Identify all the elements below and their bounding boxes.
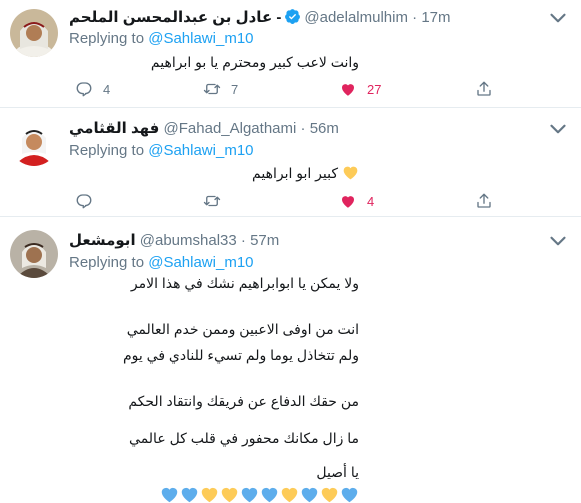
share-icon: [477, 81, 491, 96]
tweet-text-line: ما زال مكانك محفور في قلب كل عالمي: [129, 430, 359, 446]
share-button[interactable]: [475, 190, 503, 212]
retweet-count: 7: [231, 81, 239, 97]
tweet-text-line: ولا يمكن يا ابوابراهيم نشك في هذا الامر: [130, 275, 359, 291]
avatar-image: [10, 230, 58, 278]
chevron-down-icon[interactable]: [545, 116, 571, 142]
reply-button[interactable]: [75, 190, 103, 212]
user-handle[interactable]: @adelalmulhim: [304, 9, 408, 26]
tweet-text: كبير ابو ابراهيم: [252, 163, 359, 183]
verified-badge-icon: [285, 9, 301, 24]
tweet-header: عادل بن عبدالمحسن الملحم - @adelalmulhim …: [69, 9, 451, 26]
like-count: 27: [367, 81, 382, 97]
like-count: 4: [367, 193, 375, 209]
reply-button[interactable]: 4: [75, 78, 110, 100]
avatar-image: [10, 118, 58, 166]
avatar[interactable]: [10, 9, 58, 57]
tweet-actions: 4 7 27: [69, 78, 509, 100]
heart-filled-icon: [342, 84, 354, 96]
mention-link[interactable]: @Sahlawi_m10: [148, 254, 253, 271]
yellow-heart-icon: [343, 166, 358, 180]
chevron-down-icon[interactable]: [545, 228, 571, 254]
replying-to: Replying to @Sahlawi_m10: [69, 141, 254, 161]
tweet-text-line: من حقك الدفاع عن فريقك وانتقاد الحكم: [128, 393, 359, 409]
like-button[interactable]: 27: [339, 78, 381, 100]
reply-icon: [76, 82, 92, 97]
avatar[interactable]: [10, 118, 58, 166]
tweet-header: ابومشعل @abumshal33 · 57m: [69, 232, 280, 249]
mention-link[interactable]: @Sahlawi_m10: [148, 142, 253, 159]
replying-to: Replying to @Sahlawi_m10: [69, 253, 254, 273]
heart-filled-icon: [342, 196, 354, 208]
timestamp[interactable]: 17m: [421, 9, 450, 26]
display-name[interactable]: ابومشعل: [69, 232, 136, 249]
timestamp[interactable]: 57m: [250, 232, 279, 249]
chevron-down-icon[interactable]: [545, 5, 571, 31]
tweet-text-line: يا أصيل: [316, 464, 359, 480]
mention-link[interactable]: @Sahlawi_m10: [148, 30, 253, 47]
replying-to-label: Replying to: [69, 254, 145, 271]
display-name[interactable]: فهد القثامي: [69, 120, 159, 137]
tweet[interactable]: ابومشعل @abumshal33 · 57m Replying to @S…: [0, 217, 581, 503]
retweet-button[interactable]: 7: [203, 78, 238, 100]
replying-to-label: Replying to: [69, 142, 145, 159]
avatar[interactable]: [10, 230, 58, 278]
tweet[interactable]: فهد القثامي @Fahad_Algathami · 56m Reply…: [0, 108, 581, 217]
reply-count: 4: [103, 81, 111, 97]
tweet-text-line: ولم تتخاذل يوما ولم تسيء للنادي في يوم: [122, 347, 359, 363]
replying-to-label: Replying to: [69, 30, 145, 47]
replying-to: Replying to @Sahlawi_m10: [69, 29, 254, 49]
like-button[interactable]: 4: [339, 190, 374, 212]
reply-icon: [76, 194, 92, 209]
display-name[interactable]: عادل بن عبدالمحسن الملحم -: [69, 9, 281, 26]
share-icon: [477, 193, 491, 208]
user-handle[interactable]: @Fahad_Algathami: [164, 120, 297, 137]
retweet-icon: [203, 195, 221, 207]
tweet-text-line: كبير ابو ابراهيم: [252, 165, 338, 181]
timestamp[interactable]: 56m: [310, 120, 339, 137]
tweet-header: فهد القثامي @Fahad_Algathami · 56m: [69, 120, 339, 137]
tweet[interactable]: عادل بن عبدالمحسن الملحم - @adelalmulhim …: [0, 0, 581, 108]
retweet-button[interactable]: [203, 190, 231, 212]
avatar-image: [10, 9, 58, 57]
user-handle[interactable]: @abumshal33: [140, 232, 237, 249]
tweet-actions: 4: [69, 190, 509, 212]
retweet-icon: [203, 83, 221, 95]
tweet-text-line: انت من اوفى الاعبين وممن خدم العالمي: [126, 321, 359, 337]
share-button[interactable]: [475, 78, 503, 100]
tweet-text: وانت لاعب كبير ومحترم يا بو ابراهيم: [150, 54, 359, 70]
